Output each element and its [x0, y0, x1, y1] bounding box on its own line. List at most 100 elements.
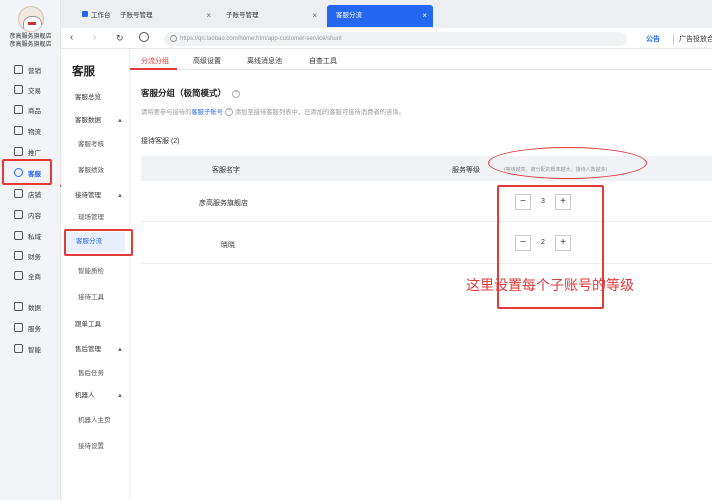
nav-item-label: 物流 — [28, 128, 41, 136]
receipt-icon — [14, 85, 23, 94]
desc-text: 添加至接待客服列表中，已添加的客服可接待消费者的咨询。 — [234, 109, 405, 116]
home-icon — [82, 11, 88, 17]
table-row: 晓晓 − 2 + — [141, 223, 712, 264]
address-bar-row: ‹ › ↻ https://qn.taobao.com/home.htm/app… — [61, 28, 712, 49]
nav-item[interactable]: 商品 — [0, 100, 61, 119]
tab-offline-pool[interactable]: 离线消息池 — [247, 56, 282, 66]
nav-item[interactable]: 私域 — [0, 226, 61, 245]
nav-item[interactable]: 内容 — [0, 205, 61, 224]
annotation-box-service-nav — [2, 159, 52, 185]
agent-name: 彦高服务旗舰店 — [199, 200, 248, 207]
tab-label: 子账号管理 — [120, 12, 153, 19]
tab-advanced-settings[interactable]: 高级设置 — [193, 56, 221, 66]
nav-item[interactable]: 店铺 — [0, 184, 61, 203]
chart-icon — [14, 147, 23, 156]
nav-item-label: 全商 — [28, 273, 41, 281]
subnav-item-label: 机器人主页 — [78, 417, 111, 424]
chevron-up-icon[interactable]: ▲ — [117, 386, 123, 406]
section-description: 请将要参与接待的客服子账号? 添加至接待客服列表中，已添加的客服可接待消费者的咨询… — [141, 107, 405, 117]
subnav-item-label: 接待工具 — [78, 294, 104, 301]
back-icon[interactable]: ‹ — [70, 32, 73, 44]
history-icon[interactable] — [139, 32, 149, 42]
store-icon — [14, 189, 23, 198]
subnav-item[interactable]: 客服总览 — [61, 88, 130, 108]
store-brand[interactable]: 彦高服务旗舰店 彦高服务旗舰店 — [0, 0, 61, 56]
active-tab-underline — [130, 68, 177, 70]
ad-compliance-link[interactable]: 广告投放合规 — [673, 34, 712, 44]
nav-item-label: 智能 — [28, 346, 41, 354]
subnav-item[interactable]: 客服考核 — [61, 135, 130, 155]
tab-label: 工作台 — [91, 12, 111, 19]
url-text: https://qn.taobao.com/home.htm/app-custo… — [180, 36, 342, 42]
subnav-item-label: 客服考核 — [78, 141, 104, 148]
subnav-item[interactable]: 售后任务 — [61, 364, 130, 384]
nav-item-label: 营销 — [28, 67, 41, 75]
subnav-item[interactable]: 现场管理 — [61, 208, 130, 228]
nav-item[interactable]: 服务 — [0, 318, 61, 337]
tab-shunt-group[interactable]: 分流分组 — [141, 56, 169, 66]
user-icon — [14, 231, 23, 240]
reload-icon[interactable]: ↻ — [116, 32, 124, 44]
subnav-item-label: 客服绩效 — [78, 167, 104, 174]
help-icon[interactable]: ? — [232, 89, 241, 98]
chevron-up-icon[interactable]: ▲ — [117, 340, 123, 360]
megaphone-icon — [14, 65, 23, 74]
url-input[interactable]: https://qn.taobao.com/home.htm/app-custo… — [164, 32, 627, 46]
subnav-item[interactable]: 售后管理 ▲ — [61, 340, 130, 360]
tab-subaccount-1[interactable]: 子账号管理 × — [111, 5, 217, 27]
nav-item[interactable]: 营销 — [0, 60, 61, 79]
section-title-text: 客服分组（极简模式） — [141, 88, 227, 98]
chevron-up-icon[interactable]: ▲ — [117, 186, 123, 206]
tab-self-check[interactable]: 自查工具 — [309, 56, 337, 66]
help-icon[interactable]: ? — [224, 108, 233, 117]
subnav-item[interactable]: 接待工具 — [61, 288, 130, 308]
page-tabs: 分流分组 高级设置 离线消息池 自查工具 — [130, 49, 712, 70]
subnav-item[interactable]: 接待管理 ▲ — [61, 186, 130, 206]
nav-item[interactable]: 财务 — [0, 246, 61, 265]
tab-subaccount-2[interactable]: 子账号管理 × — [217, 5, 323, 27]
subnav-item-label: 售后管理 — [75, 346, 101, 353]
nav-item[interactable]: 数据 — [0, 297, 61, 316]
forward-icon[interactable]: › — [93, 32, 96, 44]
subnav-title: 客服 — [72, 66, 95, 78]
nav-item[interactable]: 智能 — [0, 339, 61, 358]
agent-name: 晓晓 — [221, 242, 235, 249]
tab-label: 客服分流 — [336, 12, 362, 19]
desc-text: 请将要参与接待的 — [141, 109, 192, 116]
annotation-box-shunt-nav — [64, 229, 133, 256]
close-icon[interactable]: × — [206, 5, 211, 27]
close-icon[interactable]: × — [422, 5, 427, 27]
grid-icon — [14, 323, 23, 332]
wallet-icon — [14, 251, 23, 260]
data-icon — [14, 302, 23, 311]
nav-item-label: 内容 — [28, 212, 41, 220]
globe-icon — [14, 271, 23, 280]
nav-item-label: 财务 — [28, 253, 41, 261]
subnav-item[interactable]: 接待设置 — [61, 437, 130, 457]
annotation-circle-hint — [488, 147, 647, 179]
subnav-item-label: 客服总览 — [75, 94, 101, 101]
agent-count: 接待客服 (2) — [141, 138, 180, 145]
subnav-item-label: 客服数据 — [75, 117, 101, 124]
subnav-item-label: 接待设置 — [78, 443, 104, 450]
subnav-item-label: 现场管理 — [78, 214, 104, 221]
truck-icon — [14, 126, 23, 135]
subnav-item[interactable]: 跟单工具 — [61, 315, 130, 335]
subnav-item[interactable]: 机器人 ▲ — [61, 386, 130, 406]
subaccount-link[interactable]: 客服子账号 — [191, 109, 222, 116]
subnav-item[interactable]: 机器人主页 — [61, 411, 130, 431]
subnav-item-label: 跟单工具 — [75, 321, 101, 328]
nav-item[interactable]: 全商 — [0, 266, 61, 285]
nav-item[interactable]: 交易 — [0, 80, 61, 99]
subnav-item[interactable]: 客服数据 ▲ — [61, 111, 130, 131]
tab-customer-shunt[interactable]: 客服分流 × — [327, 5, 433, 27]
nav-item[interactable]: 物流 — [0, 121, 61, 140]
column-level: 服务等级 — [452, 167, 480, 174]
subnav-item[interactable]: 智能质检 — [61, 262, 130, 282]
subnav-item[interactable]: 客服绩效 — [61, 161, 130, 181]
global-sidebar: 彦高服务旗舰店 彦高服务旗舰店 营销 交易 商品 物流 推广 客服 店铺 内容 私域 财务 全商 数据… — [0, 0, 61, 500]
spark-icon — [14, 344, 23, 353]
close-icon[interactable]: × — [312, 5, 317, 27]
notice-link[interactable]: 公告 — [646, 34, 660, 44]
chevron-up-icon[interactable]: ▲ — [117, 111, 123, 131]
